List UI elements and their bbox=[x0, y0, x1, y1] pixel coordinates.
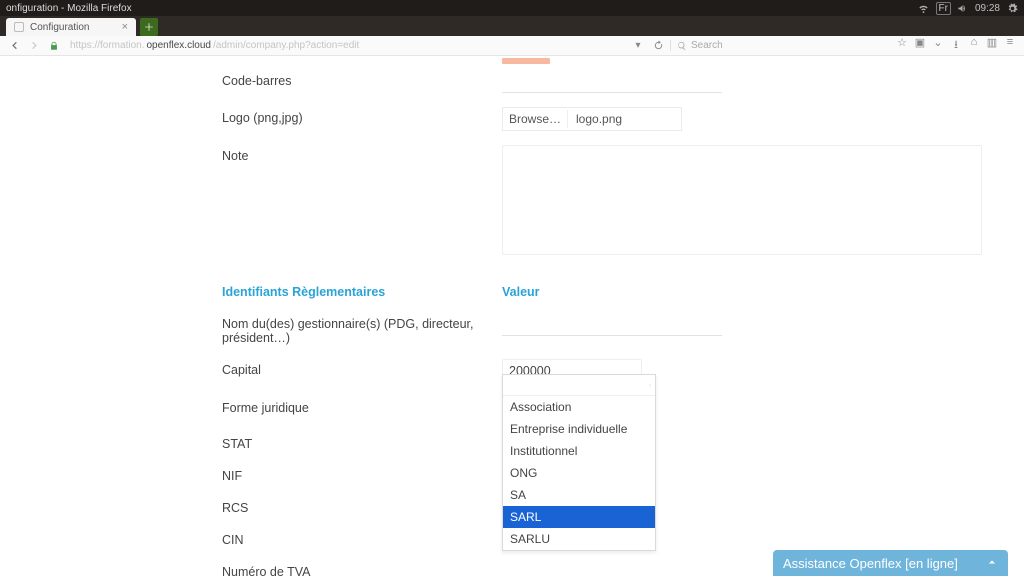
download-icon[interactable]: ⭳ bbox=[950, 36, 962, 55]
library-icon[interactable]: ▥ bbox=[986, 36, 998, 55]
browser-search-input[interactable]: Search bbox=[670, 40, 890, 51]
browser-address-bar: https://formation. openflex.cloud /admin… bbox=[0, 36, 1024, 56]
cut-off-color-bar bbox=[502, 58, 550, 64]
forward-icon bbox=[26, 39, 42, 53]
os-tray: Fr 09:28 bbox=[918, 2, 1018, 15]
chat-widget-label: Assistance Openflex [en ligne] bbox=[783, 556, 958, 571]
label-note: Note bbox=[222, 145, 502, 163]
reload-icon[interactable] bbox=[650, 39, 666, 53]
settings-gear-icon[interactable] bbox=[1006, 2, 1018, 14]
label-logo: Logo (png,jpg) bbox=[222, 107, 502, 125]
home-icon[interactable]: ⌂ bbox=[968, 36, 980, 55]
section-title-identifiants: Identifiants Règlementaires bbox=[222, 285, 502, 299]
search-placeholder: Search bbox=[691, 40, 723, 51]
dropdown-option[interactable]: SA bbox=[503, 484, 655, 506]
dropdown-option[interactable]: SARLU bbox=[503, 528, 655, 550]
section-title-valeur: Valeur bbox=[502, 285, 540, 299]
label-forme-juridique: Forme juridique bbox=[222, 397, 502, 415]
dropdown-option[interactable]: ONG bbox=[503, 462, 655, 484]
label-nif: NIF bbox=[222, 465, 502, 483]
lock-icon[interactable] bbox=[46, 39, 62, 53]
tab-favicon-icon bbox=[14, 22, 24, 32]
gestionnaires-input[interactable] bbox=[502, 313, 722, 336]
url-prefix: https://formation. bbox=[70, 40, 144, 51]
dropdown-option[interactable]: Entreprise individuelle bbox=[503, 418, 655, 440]
dropdown-option[interactable]: Institutionnel bbox=[503, 440, 655, 462]
section-header-identifiants: Identifiants Règlementaires Valeur bbox=[222, 285, 1004, 299]
label-capital: Capital bbox=[222, 359, 502, 377]
pocket-icon[interactable]: ⌄ bbox=[932, 36, 944, 55]
url-host: openflex.cloud bbox=[146, 40, 211, 51]
new-tab-button[interactable] bbox=[140, 18, 158, 36]
browser-toolbar: ☆ ▣ ⌄ ⭳ ⌂ ▥ ≡ bbox=[894, 36, 1018, 55]
browse-button[interactable]: Browse… bbox=[503, 110, 568, 128]
archive-icon[interactable]: ▣ bbox=[914, 36, 926, 55]
code-barres-input[interactable] bbox=[502, 70, 722, 93]
os-top-bar: onfiguration - Mozilla Firefox Fr 09:28 bbox=[0, 0, 1024, 16]
selected-file-name: logo.png bbox=[576, 112, 622, 126]
star-icon[interactable]: ☆ bbox=[896, 36, 908, 55]
label-num-tva: Numéro de TVA bbox=[222, 561, 502, 576]
volume-icon[interactable] bbox=[957, 2, 969, 14]
dropdown-option[interactable]: Association bbox=[503, 396, 655, 418]
label-gestionnaires: Nom du(des) gestionnaire(s) (PDG, direct… bbox=[222, 313, 502, 345]
chevron-up-icon[interactable] bbox=[986, 556, 998, 571]
label-rcs: RCS bbox=[222, 497, 502, 515]
language-indicator[interactable]: Fr bbox=[936, 2, 951, 15]
dropdown-search-input[interactable] bbox=[507, 377, 649, 393]
dropdown-search[interactable] bbox=[503, 375, 655, 396]
menu-icon[interactable]: ≡ bbox=[1004, 36, 1016, 55]
search-icon bbox=[677, 41, 687, 51]
tab-title: Configuration bbox=[30, 22, 89, 33]
browser-tab-active[interactable]: Configuration × bbox=[6, 18, 136, 36]
url-input[interactable]: https://formation. openflex.cloud /admin… bbox=[66, 40, 626, 51]
browser-tab-strip: Configuration × bbox=[0, 16, 1024, 36]
dropdown-caret-icon[interactable]: ▾ bbox=[630, 39, 646, 53]
dropdown-option[interactable]: SARL bbox=[503, 506, 655, 528]
page-content: Code-barres Logo (png,jpg) Browse… logo.… bbox=[0, 56, 1024, 576]
logo-file-input[interactable]: Browse… logo.png bbox=[502, 107, 682, 131]
label-cin: CIN bbox=[222, 529, 502, 547]
window-title: onfiguration - Mozilla Firefox bbox=[6, 3, 918, 14]
close-icon[interactable]: × bbox=[122, 21, 128, 33]
forme-juridique-dropdown: AssociationEntreprise individuelleInstit… bbox=[502, 374, 656, 551]
dropdown-list: AssociationEntreprise individuelleInstit… bbox=[503, 396, 655, 550]
clock: 09:28 bbox=[975, 3, 1000, 14]
label-code-barres: Code-barres bbox=[222, 70, 502, 88]
chat-widget[interactable]: Assistance Openflex [en ligne] bbox=[773, 550, 1008, 576]
label-stat: STAT bbox=[222, 433, 502, 451]
back-icon[interactable] bbox=[6, 39, 22, 53]
note-textarea[interactable] bbox=[502, 145, 982, 255]
wifi-icon[interactable] bbox=[918, 2, 930, 14]
search-icon bbox=[649, 380, 651, 391]
url-path: /admin/company.php?action=edit bbox=[213, 40, 359, 51]
